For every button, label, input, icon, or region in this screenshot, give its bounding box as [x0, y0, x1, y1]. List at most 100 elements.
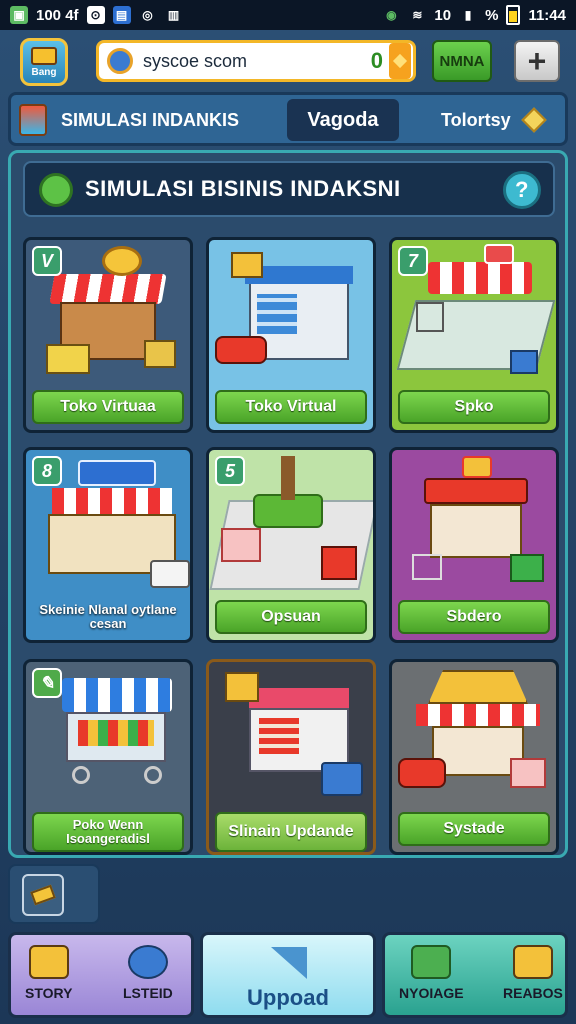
help-button[interactable]: ?: [503, 171, 541, 209]
status-bar: ▣ 100 4f ⊙ ▤ ◎ ▥ ◉ ≋ 10 ▮ % 11:44: [0, 0, 576, 30]
awning: [416, 704, 540, 726]
status-left: ▣ 100 4f ⊙ ▤ ◎ ▥: [10, 6, 183, 24]
leaf-icon: [39, 173, 73, 207]
nav-listed[interactable]: LSTEID: [123, 945, 173, 1001]
notification-icon: ⊙: [86, 6, 105, 24]
wifi-icon: ≋: [412, 8, 423, 22]
nav-label: Uppoad: [247, 985, 329, 1010]
shopping-bag-icon: [19, 104, 47, 136]
card-label: Poko Wenn Isoangeradisl: [32, 812, 184, 852]
signal-icon: ▮: [464, 8, 472, 22]
nav-reabos[interactable]: REABOS: [503, 945, 563, 1001]
search-bar[interactable]: syscoe scom 0: [96, 40, 416, 82]
card-badge: 8: [32, 456, 62, 486]
battery-percent: %: [485, 6, 499, 24]
business-card[interactable]: V Toko Virtuaa: [23, 237, 193, 433]
top-bar: Bang syscoe scom 0 NMNA +: [0, 30, 576, 90]
virtual-store-art: [209, 240, 373, 388]
wheel: [144, 766, 162, 784]
cart: [510, 758, 546, 788]
gallery-icon: ▣: [10, 6, 28, 24]
sign: [484, 244, 514, 264]
nav-label: LSTEID: [123, 985, 173, 1001]
status-right: ◉ ≋ 10 ▮ % 11:44: [382, 5, 566, 25]
cart: [221, 528, 261, 562]
status-time: 11:44: [528, 6, 566, 24]
awning: [52, 488, 172, 514]
building-roof: [249, 688, 349, 708]
card-label: Slinain Updande: [215, 812, 367, 852]
crate: [144, 340, 176, 368]
tab-label: Vagoda: [307, 108, 379, 131]
van: [150, 560, 190, 588]
tab-label: SIMULASI INDANKIS: [61, 109, 240, 130]
logo-button[interactable]: Bang: [20, 38, 68, 86]
card-badge: 7: [398, 246, 428, 276]
bag-icon: ▥: [167, 8, 180, 22]
logo-label: Bang: [31, 66, 57, 78]
business-card[interactable]: Slinain Updande: [206, 659, 376, 855]
windows: [257, 294, 297, 334]
nav-voyage[interactable]: NYOIAGE: [399, 945, 464, 1001]
box: [231, 252, 263, 278]
badge-icon: [127, 945, 168, 979]
crate: [321, 546, 357, 580]
card-label: Sbdero: [398, 600, 550, 634]
add-button[interactable]: +: [514, 40, 560, 82]
edit-badge-icon: ✎: [32, 668, 62, 698]
cart: [412, 554, 442, 580]
clock-icon: ◎: [142, 8, 153, 22]
tab-tolortsy[interactable]: Tolortsy: [441, 99, 561, 141]
business-card[interactable]: 5 Opsuan: [206, 447, 376, 643]
crate: [510, 350, 538, 374]
cart: [416, 302, 444, 332]
sign: [462, 456, 492, 478]
status-left-text: 100 4f: [36, 6, 79, 24]
business-card[interactable]: 7 Spko: [389, 237, 559, 433]
business-card[interactable]: 8 Skeinie Nlanal oytlane cesan: [23, 447, 193, 643]
kiosk-roof: [424, 478, 528, 504]
shop-icon: [31, 46, 57, 65]
nmna-button[interactable]: NMNA: [432, 40, 492, 82]
ledger-icon: [512, 945, 553, 979]
gem-bag-icon: [411, 945, 452, 979]
kiosk-roof: [428, 670, 528, 704]
nav-group-right: NYOIAGE REABOS: [382, 932, 568, 1018]
nav-label: STORY: [25, 985, 73, 1001]
status-right-text: 10: [434, 6, 452, 24]
quick-action-panel: [8, 864, 100, 924]
card-label: Opsuan: [215, 600, 367, 634]
awning: [62, 678, 172, 712]
car: [215, 336, 267, 364]
tab-vagoda[interactable]: Vagoda: [287, 99, 399, 141]
gold-bar-icon: [30, 884, 56, 906]
game-screen: Bang syscoe scom 0 NMNA + SIMULASI INDAN…: [0, 30, 576, 1024]
coin-sign: [102, 246, 142, 276]
business-card[interactable]: ✎ Poko Wenn Isoangeradisl: [23, 659, 193, 855]
warehouse-art: [209, 662, 373, 812]
nav-label: REABOS: [503, 985, 563, 1001]
coin-count: 0: [370, 48, 383, 73]
goods: [78, 720, 154, 746]
quick-action-button[interactable]: [22, 874, 64, 916]
crate: [46, 344, 90, 374]
business-card[interactable]: Systade: [389, 659, 559, 855]
corner-store-art: [392, 662, 556, 812]
nav-group-left: STORY LSTEID: [8, 932, 194, 1018]
diamond-icon: [520, 107, 547, 133]
search-input[interactable]: syscoe scom: [143, 51, 247, 72]
car: [398, 758, 446, 788]
nav-upload[interactable]: Uppoad: [200, 932, 376, 1018]
business-card[interactable]: Toko Virtual: [206, 237, 376, 433]
business-card[interactable]: Sbdero: [389, 447, 559, 643]
folder-icon: [28, 945, 69, 979]
tab-simulasi[interactable]: SIMULASI INDANKIS: [19, 99, 281, 141]
panel-title: SIMULASI BISINIS INDAKSNI: [85, 176, 401, 201]
card-label: Skeinie Nlanal oytlane cesan: [39, 602, 177, 631]
bottom-nav: STORY LSTEID Uppoad NYOIAGE REABOS: [0, 928, 576, 1024]
nav-story[interactable]: STORY: [25, 945, 72, 1001]
card-badge: V: [32, 246, 62, 276]
awning: [428, 262, 532, 294]
tab-bar: SIMULASI INDANKIS Vagoda Tolortsy: [8, 92, 568, 146]
truck: [321, 762, 363, 796]
